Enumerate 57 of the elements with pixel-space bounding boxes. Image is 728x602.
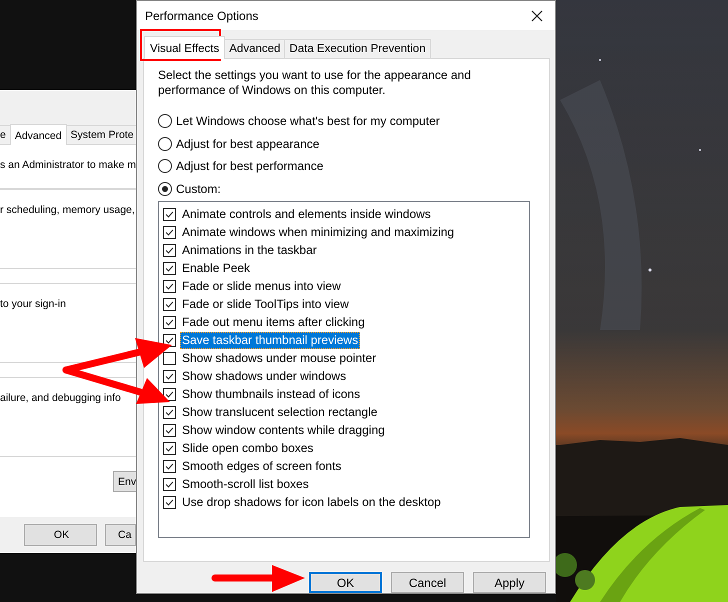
checkbox[interactable] xyxy=(163,460,176,472)
effect-label[interactable]: Animate controls and elements inside windows xyxy=(180,206,433,222)
dialog-button[interactable]: Ca xyxy=(105,524,136,546)
dialog-button[interactable]: OK xyxy=(309,572,382,593)
effect-label[interactable]: Show window contents while dragging xyxy=(180,422,387,438)
effect-label[interactable]: Smooth edges of screen fonts xyxy=(180,458,344,474)
checkbox[interactable] xyxy=(163,262,176,274)
checkbox[interactable] xyxy=(163,406,176,418)
radio-button[interactable] xyxy=(158,182,172,196)
dialog-button[interactable]: Cancel xyxy=(391,572,464,593)
checkbox[interactable] xyxy=(163,388,176,400)
radio-button[interactable] xyxy=(158,136,172,151)
effect-label[interactable]: Use drop shadows for icon labels on the desktop xyxy=(180,494,443,510)
radio-button[interactable] xyxy=(158,114,172,128)
dialog-button[interactable]: OK xyxy=(24,524,97,546)
effect-label[interactable]: Enable Peek xyxy=(180,260,252,276)
checkbox[interactable] xyxy=(163,298,176,310)
effect-label[interactable]: Smooth-scroll list boxes xyxy=(180,476,311,492)
checkbox[interactable] xyxy=(163,208,176,220)
radio-button[interactable] xyxy=(158,159,172,174)
effect-label[interactable]: Show thumbnails instead of icons xyxy=(180,386,362,402)
window-title: Performance Options xyxy=(145,8,258,22)
environment-button[interactable]: Env xyxy=(113,471,136,492)
checkbox[interactable] xyxy=(163,244,176,256)
tab[interactable]: Data Execution Prevention xyxy=(284,39,431,58)
effect-label[interactable]: Show shadows under windows xyxy=(180,368,348,384)
option-label: Adjust for best appearance xyxy=(176,136,320,151)
effect-label[interactable]: Animate windows when minimizing and maximizing xyxy=(180,224,456,240)
effect-label[interactable]: Fade or slide ToolTips into view xyxy=(180,296,351,312)
checkbox[interactable] xyxy=(163,442,176,454)
tab[interactable]: Advanced xyxy=(10,124,67,145)
option-label: Adjust for best performance xyxy=(176,159,324,174)
description-text: Select the settings you want to use for the appearance and performance of Windows on this computer. xyxy=(158,68,472,98)
effect-label[interactable]: Fade out menu items after clicking xyxy=(180,314,367,330)
section-text: s an Administrator to make m xyxy=(0,159,136,171)
dialog-button[interactable]: Apply xyxy=(473,572,546,593)
checkbox[interactable] xyxy=(163,496,176,508)
checkbox[interactable] xyxy=(163,226,176,238)
option-label: Let Windows choose what's best for my computer xyxy=(176,114,440,128)
effect-label[interactable]: Fade or slide menus into view xyxy=(180,278,343,294)
section-text: r scheduling, memory usage, xyxy=(0,204,135,216)
effect-label[interactable]: Show shadows under mouse pointer xyxy=(180,350,378,366)
section-text: ailure, and debugging info xyxy=(0,392,121,404)
tab[interactable]: Visual Effects xyxy=(144,36,226,59)
checkbox[interactable] xyxy=(163,370,176,382)
effect-label[interactable]: Save taskbar thumbnail previews xyxy=(180,332,360,348)
checkbox[interactable] xyxy=(163,280,176,292)
checkbox[interactable] xyxy=(163,424,176,436)
checkbox[interactable] xyxy=(163,316,176,328)
checkbox[interactable] xyxy=(163,352,176,364)
effect-label[interactable]: Slide open combo boxes xyxy=(180,440,316,456)
checkbox[interactable] xyxy=(163,478,176,490)
effect-label[interactable]: Show translucent selection rectangle xyxy=(180,404,380,420)
close-icon[interactable] xyxy=(531,10,543,22)
section-text: to your sign-in xyxy=(0,298,66,310)
option-label: Custom: xyxy=(176,182,221,196)
effect-label[interactable]: Animations in the taskbar xyxy=(180,242,319,258)
